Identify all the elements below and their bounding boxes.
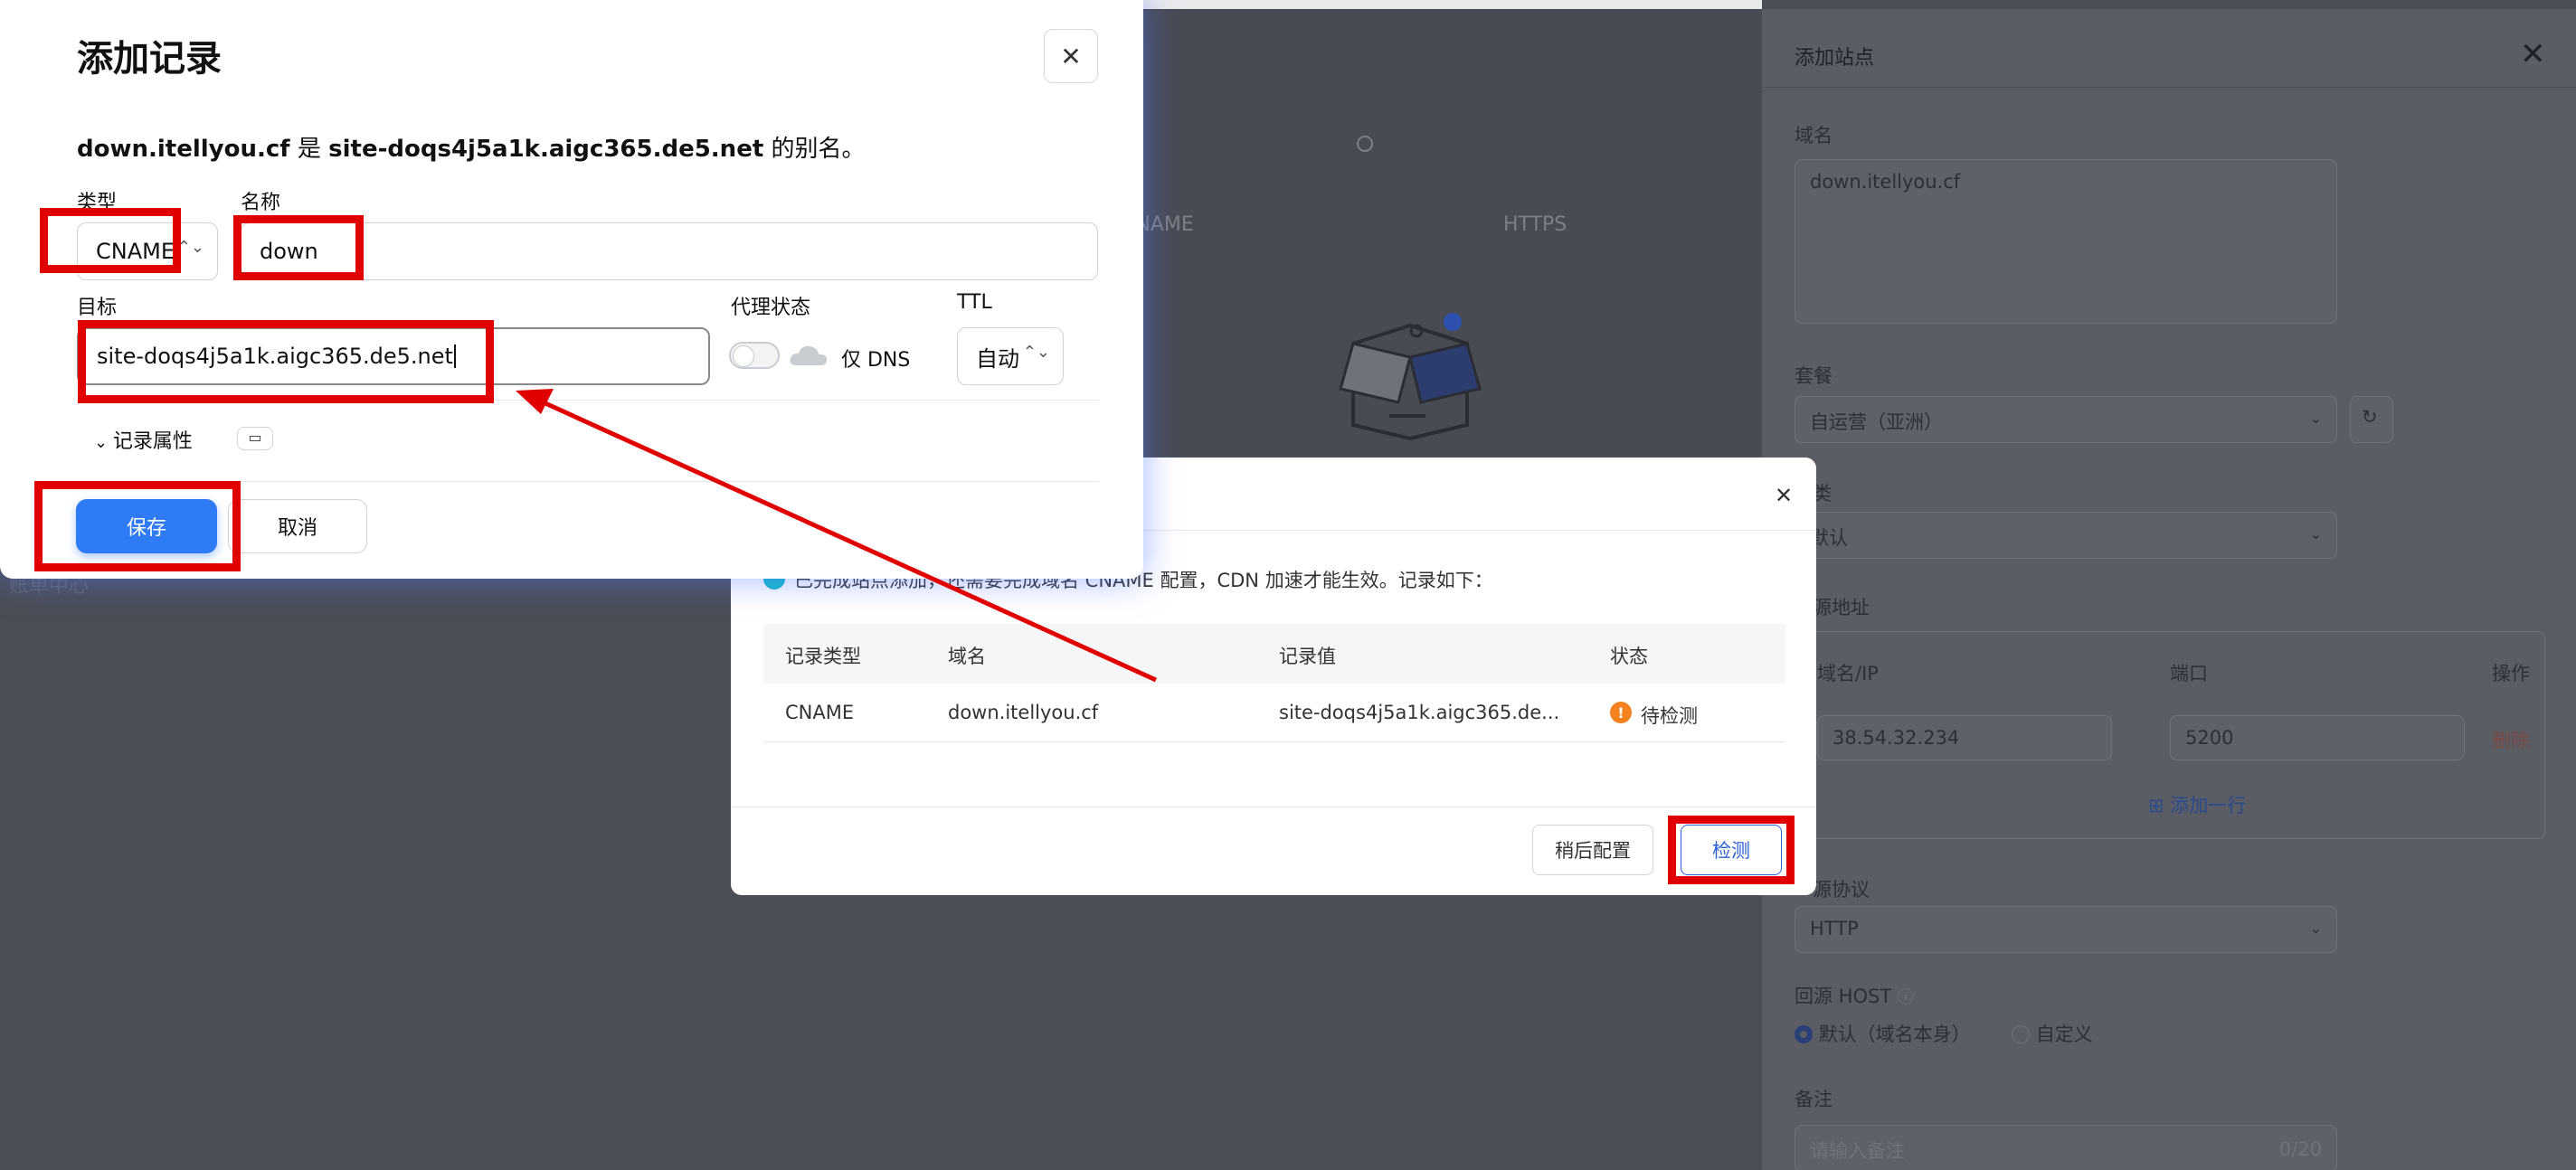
plan-label: 套餐 (1795, 365, 1833, 387)
origin-col-ip: 域名/IP (1817, 663, 1879, 684)
th-status: 状态 (1610, 646, 1648, 667)
plan-select[interactable]: 自运营（亚洲） ⌄ (1795, 396, 2337, 443)
cancel-button[interactable]: 取消 (228, 499, 367, 553)
td-status: 待检测 (1641, 705, 1698, 727)
ttl-label: TTL (957, 291, 992, 314)
host-custom-radio[interactable]: 自定义 (2012, 1020, 2093, 1047)
domain-textarea-value: down.itellyou.cf (1810, 171, 1961, 193)
cloud-icon (790, 345, 827, 365)
table-row-divider (763, 741, 1785, 742)
dialog-title: 添加记录 (77, 38, 222, 80)
origin-delete-link[interactable]: 删除 (2492, 726, 2530, 753)
dialog-close-button[interactable]: ✕ (1044, 29, 1098, 83)
type-select[interactable]: 默认 ⌄ (1795, 512, 2337, 559)
origin-col-action: 操作 (2492, 663, 2530, 684)
radio-checked-icon (1795, 1025, 1813, 1043)
name-label: 名称 (241, 192, 281, 214)
proxy-status-text: 仅 DNS (841, 349, 911, 372)
desc-target: site-doqs4j5a1k.aigc365.de5.net (328, 136, 764, 163)
domain-textarea[interactable]: down.itellyou.cf (1795, 159, 2337, 324)
refresh-button[interactable]: ↻ (2350, 396, 2393, 443)
origin-ip-input[interactable]: 38.54.32.234 (1817, 715, 2112, 760)
origin-label: 源地址 (1813, 597, 1870, 618)
protocol-select[interactable]: HTTP ⌄ (1795, 906, 2337, 953)
book-icon[interactable]: ▭ (237, 427, 273, 450)
host-default-label: 默认（域名本身） (1818, 1024, 1971, 1045)
cname-dialog-close-icon[interactable]: ✕ (1775, 483, 1793, 508)
side-panel-title: 添加站点 (1795, 47, 1875, 70)
ttl-select[interactable]: 自动 ⌃⌄ (957, 327, 1064, 385)
side-panel-close-icon[interactable]: ✕ (2520, 36, 2546, 72)
proxy-label: 代理状态 (731, 297, 811, 319)
target-label: 目标 (77, 297, 118, 319)
side-panel-divider (1762, 87, 2576, 88)
annotation-box-type (40, 208, 181, 273)
origin-ip-value: 38.54.32.234 (1833, 727, 1960, 749)
origin-port-input[interactable]: 5200 (2170, 715, 2465, 760)
background-top-strip (1143, 0, 1762, 9)
annotation-box-name (233, 215, 364, 280)
close-icon: ✕ (1060, 41, 1082, 71)
add-row-icon: ⊞ (2148, 795, 2171, 816)
updown-caret-icon: ⌃⌄ (176, 238, 204, 257)
host-label-text: 回源 HOST (1795, 986, 1892, 1007)
note-char-count: 0/20 (2278, 1138, 2322, 1160)
th-record-value: 记录值 (1279, 646, 1336, 667)
note-label: 备注 (1795, 1089, 1833, 1110)
host-label: 回源 HOST ⓘ (1795, 982, 1914, 1009)
plan-select-value: 自运营（亚洲） (1810, 411, 1943, 433)
updown-caret-icon: ⌃⌄ (1022, 343, 1050, 362)
chevron-down-icon: ⌄ (2309, 920, 2322, 937)
refresh-icon: ↻ (2362, 406, 2378, 428)
add-row-button[interactable]: ⊞ 添加一行 (2148, 791, 2246, 818)
desc-is: 是 (289, 136, 329, 163)
record-props-toggle[interactable]: ⌄ 记录属性 (94, 425, 193, 454)
proxy-toggle[interactable] (729, 342, 780, 369)
origin-port-value: 5200 (2185, 727, 2234, 749)
td-record-value: site-doqs4j5a1k.aigc365.de... (1279, 702, 1560, 723)
protocol-select-value: HTTP (1810, 918, 1859, 939)
add-row-label: 添加一行 (2170, 795, 2247, 816)
origin-table: 域名/IP 端口 操作 38.54.32.234 5200 删除 ⊞ 添加一行 (1795, 631, 2545, 839)
background-search-icon (1357, 136, 1373, 152)
td-record-type: CNAME (785, 702, 855, 723)
note-input[interactable]: 请输入备注 0/20 (1795, 1125, 2337, 1170)
origin-col-port: 端口 (2170, 663, 2208, 684)
dialog-description: down.itellyou.cf 是 site-doqs4j5a1k.aigc3… (77, 130, 866, 164)
host-custom-label: 自定义 (2035, 1024, 2093, 1045)
note-placeholder: 请输入备注 (1810, 1140, 1905, 1162)
help-icon[interactable]: ⓘ (1898, 988, 1914, 1007)
desc-domain: down.itellyou.cf (77, 136, 290, 163)
background-col-https: HTTPS (1503, 213, 1567, 236)
ttl-select-value: 自动 (976, 345, 1019, 372)
th-record-type: 记录类型 (785, 646, 861, 667)
chevron-down-icon: ⌄ (2309, 410, 2322, 427)
protocol-label: 源协议 (1813, 879, 1870, 901)
domain-label: 域名 (1795, 125, 1833, 146)
record-props-label: 记录属性 (112, 430, 193, 453)
td-domain: down.itellyou.cf (948, 702, 1099, 723)
empty-box-illustration (1339, 313, 1482, 441)
warning-icon: ! (1610, 702, 1632, 723)
configure-later-button[interactable]: 稍后配置 (1532, 825, 1653, 875)
name-input[interactable]: down (241, 222, 1098, 280)
chevron-down-icon: ⌄ (94, 433, 113, 452)
radio-unchecked-icon (2012, 1025, 2030, 1043)
chevron-down-icon: ⌄ (2309, 525, 2322, 543)
host-default-radio[interactable]: 默认（域名本身） (1795, 1020, 1971, 1047)
th-domain: 域名 (948, 646, 986, 667)
desc-suffix: 的别名。 (763, 136, 866, 163)
annotation-box-save (34, 481, 241, 571)
annotation-box-check (1668, 816, 1795, 884)
annotation-box-target (78, 320, 494, 403)
add-site-panel: 添加站点 ✕ 域名 down.itellyou.cf 套餐 自运营（亚洲） ⌄ … (1762, 9, 2576, 1170)
